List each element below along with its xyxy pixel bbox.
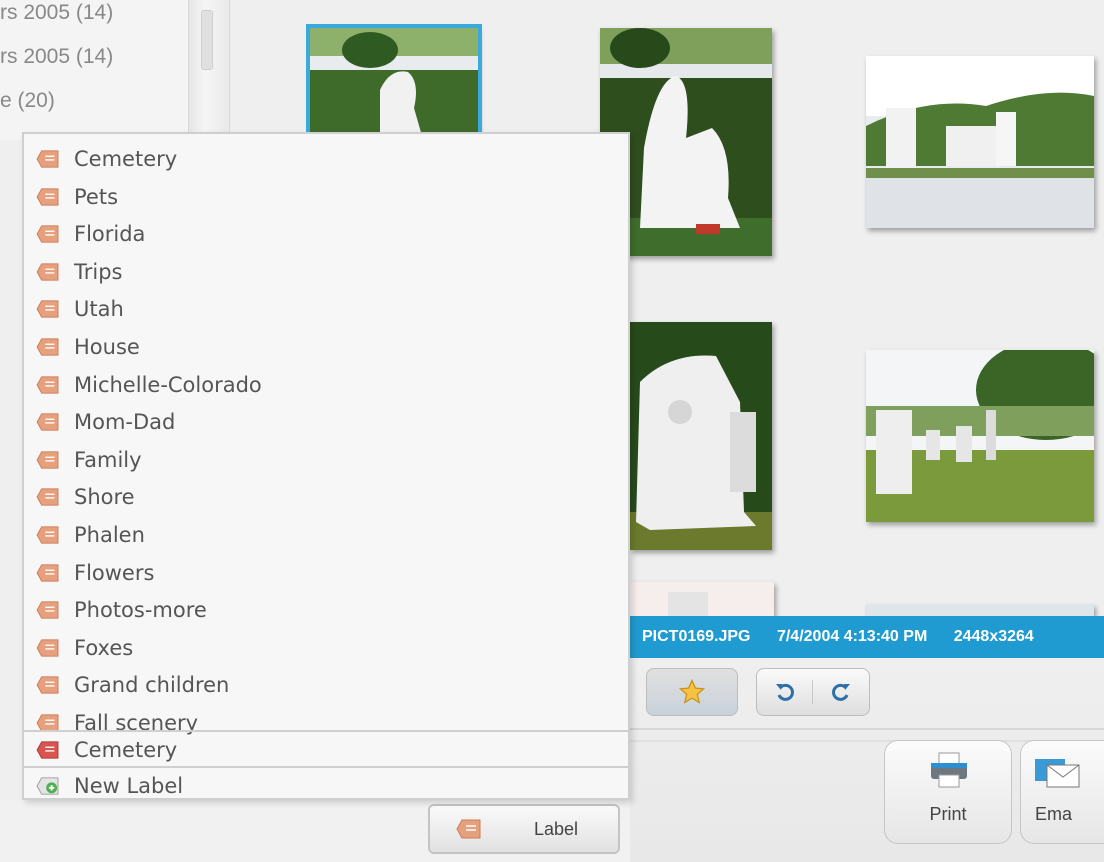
photo-image [866, 56, 1094, 228]
label-menu-item-text: House [74, 335, 140, 359]
label-tag-icon [36, 601, 59, 619]
rotate-left-icon [775, 683, 794, 701]
label-menu-item[interactable]: Pets [24, 178, 628, 216]
print-button[interactable]: Print [884, 740, 1012, 844]
new-label-item[interactable]: New Label [24, 766, 628, 804]
label-menu-item[interactable]: Michelle-Colorado [24, 366, 628, 404]
applied-label-item[interactable]: Cemetery [24, 730, 628, 768]
label-menu-item[interactable]: Grand children [24, 666, 628, 704]
label-tag-icon [36, 300, 59, 319]
label-menu-item[interactable]: Cemetery [24, 140, 628, 178]
label-menu-item-text: Flowers [74, 560, 155, 585]
photo-thumbnail[interactable] [306, 24, 482, 140]
label-menu-item-text: Florida [74, 222, 146, 247]
rotate-left-button[interactable] [757, 680, 813, 704]
photo-filename: PICT0169.JPG [642, 628, 751, 645]
label-tag-icon [36, 413, 59, 431]
label-menu-item[interactable]: Family [24, 441, 628, 479]
label-tag-icon [36, 676, 59, 695]
label-menu-item[interactable]: Utah [24, 290, 628, 328]
label-menu-item-text: Cemetery [74, 147, 178, 171]
label-tag-icon [36, 639, 59, 657]
toolbar-divider [628, 728, 1104, 730]
star-icon [678, 678, 706, 704]
label-button-text: Label [534, 818, 579, 839]
photo-image [866, 350, 1094, 522]
label-tag-icon [36, 451, 59, 469]
label-tag-icon [36, 150, 59, 168]
printer-icon [931, 752, 967, 788]
label-menu-item[interactable]: Trips [24, 253, 628, 291]
folder-label: rs 2005 (14) [0, 1, 114, 24]
label-menu-item-text: Utah [74, 297, 124, 322]
applied-label-text: Cemetery [74, 738, 178, 762]
photo-datetime: 7/4/2004 4:13:40 PM [776, 628, 928, 645]
star-button[interactable] [646, 668, 738, 716]
print-label: Print [929, 804, 967, 824]
email-button[interactable]: Ema [1020, 740, 1104, 844]
label-tag-applied-icon [36, 741, 59, 759]
label-menu-item-text: Foxes [74, 635, 134, 660]
label-menu-item[interactable]: Photos-more [24, 591, 628, 629]
photo-thumbnail[interactable] [866, 604, 1094, 616]
photo-image [310, 28, 478, 136]
photo-image [630, 322, 772, 550]
photo-info-bar: PICT0169.JPG 7/4/2004 4:13:40 PM 2448x32… [628, 616, 1104, 658]
folder-label: rs 2005 (14) [0, 45, 114, 68]
new-label-icon [36, 777, 59, 795]
label-menu-item[interactable]: Mom-Dad [24, 403, 628, 441]
label-tag-icon [456, 819, 481, 839]
folder-list: rs 2005 (14) rs 2005 (14) e (20) [0, 0, 190, 140]
label-menu-item-text: Grand children [74, 673, 230, 698]
label-menu-item-text: Mom-Dad [74, 410, 176, 435]
folder-item[interactable]: rs 2005 (14) [0, 42, 113, 72]
label-tag-icon [36, 187, 59, 206]
photo-thumbnail[interactable] [866, 350, 1094, 522]
label-tag-icon [36, 488, 59, 507]
label-menu: Cemetery Pets Florida Trips Utah House Michell… [22, 132, 630, 800]
rotate-right-icon [832, 683, 850, 701]
new-label-text: New Label [74, 774, 184, 798]
photo-thumbnail[interactable] [628, 582, 774, 616]
label-menu-item[interactable]: Shore [24, 478, 628, 516]
folder-item[interactable]: e (20) [0, 86, 55, 116]
label-tag-icon [36, 563, 59, 582]
label-menu-item-text: Phalen [74, 523, 145, 547]
label-menu-item[interactable]: Florida [24, 215, 628, 253]
label-menu-item[interactable]: Flowers [24, 554, 628, 592]
label-menu-item-text: Trips [74, 259, 123, 284]
rotate-group [756, 668, 870, 716]
label-tag-icon [36, 263, 59, 281]
label-tag-icon [36, 225, 59, 243]
label-menu-item-text: Photos-more [74, 598, 207, 623]
label-menu-item[interactable]: House [24, 328, 628, 366]
photo-thumbnail[interactable] [630, 322, 772, 550]
folder-item[interactable]: rs 2005 (14) [0, 0, 113, 28]
photo-image [628, 582, 774, 616]
label-menu-item-text: Family [74, 447, 142, 472]
label-menu-item-text: Michelle-Colorado [74, 372, 262, 397]
photo-image [866, 604, 1094, 616]
label-tag-icon [36, 526, 59, 544]
scrollbar-thumb[interactable] [201, 10, 213, 70]
rotate-right-button[interactable] [813, 680, 869, 704]
label-tag-icon [36, 338, 59, 356]
folder-label: e (20) [0, 89, 55, 112]
label-button[interactable]: Label [428, 804, 620, 854]
email-label: Ema [1035, 804, 1073, 824]
photo-thumbnail[interactable] [866, 56, 1094, 228]
photo-dimensions: 2448x3264 [953, 628, 1034, 645]
label-menu-item[interactable]: Foxes [24, 629, 628, 667]
label-menu-item-text: Pets [74, 184, 119, 209]
email-icon [1035, 759, 1080, 788]
label-menu-item[interactable]: Phalen [24, 516, 628, 554]
label-menu-item-text: Shore [74, 485, 135, 510]
label-tag-icon [36, 375, 59, 394]
